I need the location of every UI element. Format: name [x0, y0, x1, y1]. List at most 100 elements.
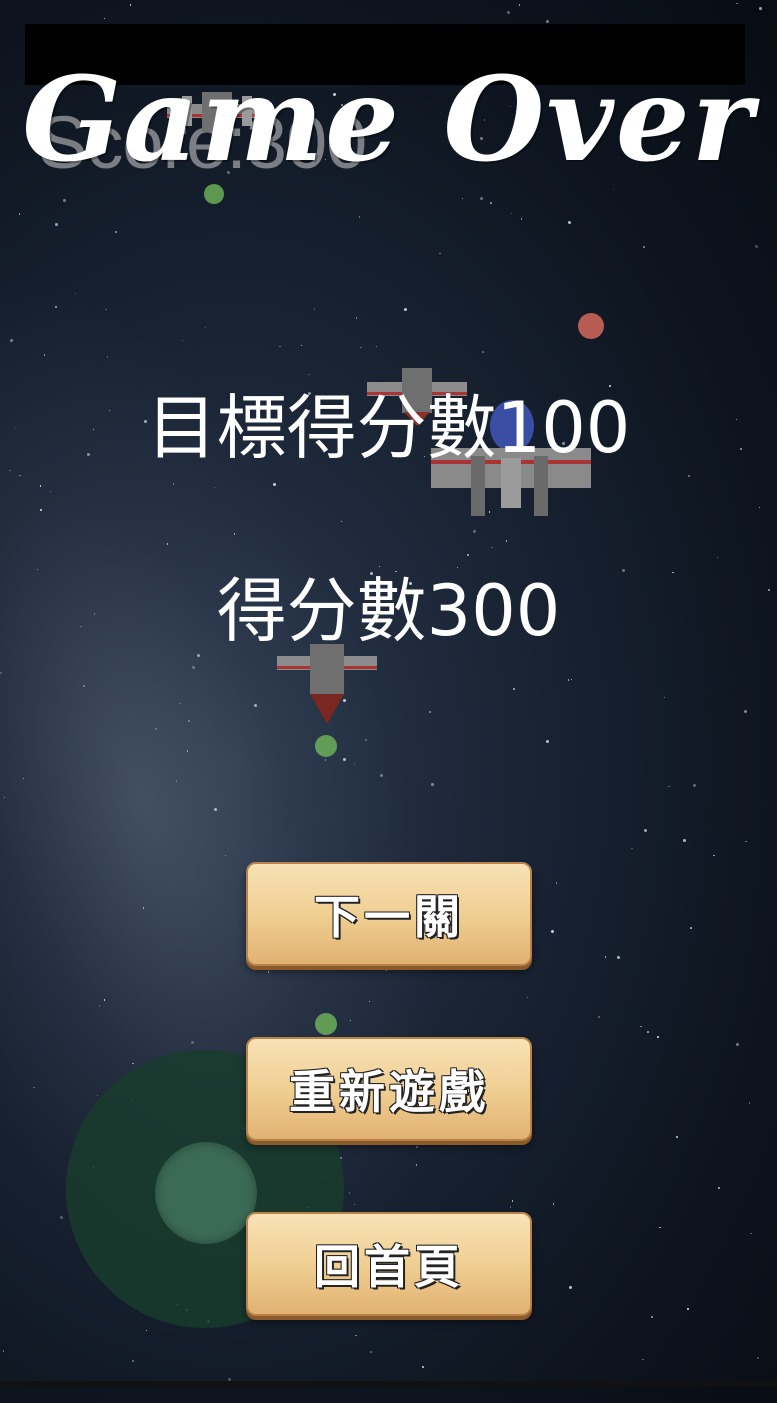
- score-label: 得分數300: [216, 570, 561, 652]
- star: [74, 292, 77, 295]
- star: [186, 750, 188, 752]
- star: [552, 1203, 555, 1205]
- star: [63, 198, 67, 202]
- star: [380, 773, 384, 777]
- star: [355, 1334, 357, 1337]
- star: [431, 782, 435, 786]
- star: [22, 777, 25, 780]
- star: [10, 338, 14, 342]
- star: [54, 222, 58, 226]
- star: [59, 1215, 63, 1219]
- star: [324, 759, 327, 761]
- star: [505, 540, 508, 542]
- star: [546, 20, 549, 24]
- star: [272, 483, 276, 487]
- star: [676, 1136, 678, 1138]
- star: [175, 780, 178, 782]
- star: [360, 346, 362, 349]
- star: [132, 1360, 134, 1362]
- star: [166, 543, 169, 545]
- star: [643, 246, 645, 248]
- star: [2, 1350, 5, 1352]
- star: [570, 678, 573, 681]
- star: [510, 212, 513, 215]
- star: [192, 666, 196, 670]
- star: [439, 252, 441, 255]
- star: [181, 339, 184, 342]
- star: [96, 1094, 99, 1097]
- star: [145, 1329, 148, 1332]
- star: [213, 486, 216, 489]
- star: [490, 202, 492, 204]
- star: [736, 2, 738, 5]
- star: [39, 485, 41, 487]
- star: [3, 796, 6, 799]
- star: [353, 763, 356, 766]
- star: [416, 1146, 418, 1148]
- star: [643, 829, 647, 833]
- star: [348, 1192, 351, 1194]
- next-level-button[interactable]: 下一關: [246, 862, 532, 966]
- star: [718, 1187, 720, 1189]
- star: [224, 854, 227, 857]
- star: [313, 308, 316, 310]
- star: [631, 847, 633, 850]
- home-button[interactable]: 回首頁: [246, 1212, 532, 1316]
- star: [55, 306, 57, 308]
- star: [480, 196, 484, 200]
- star: [567, 221, 571, 225]
- star: [188, 720, 190, 722]
- star: [657, 1036, 659, 1038]
- star: [491, 546, 493, 549]
- star: [415, 1164, 418, 1166]
- restart-button[interactable]: 重新遊戲: [246, 1037, 532, 1141]
- star: [507, 10, 511, 14]
- star: [233, 533, 236, 535]
- star: [353, 1203, 356, 1206]
- star: [179, 702, 181, 705]
- star: [690, 927, 692, 929]
- bullet-green: [315, 1013, 337, 1035]
- star: [659, 1226, 661, 1229]
- star: [472, 530, 476, 534]
- star: [429, 711, 431, 713]
- star: [343, 758, 347, 762]
- star: [132, 1062, 134, 1065]
- star: [267, 971, 270, 973]
- star: [509, 1206, 512, 1208]
- star: [647, 1031, 649, 1033]
- star: [18, 213, 21, 215]
- star: [103, 999, 106, 1001]
- star: [567, 679, 570, 681]
- star: [115, 231, 117, 233]
- star: [98, 1005, 101, 1007]
- star: [736, 1043, 740, 1047]
- star: [511, 1200, 514, 1202]
- star: [368, 1000, 371, 1003]
- star: [191, 1041, 195, 1045]
- star: [370, 1351, 372, 1353]
- star: [598, 1016, 600, 1018]
- star: [300, 344, 303, 347]
- star: [526, 996, 529, 999]
- star: [19, 474, 21, 477]
- star: [105, 308, 107, 311]
- star: [757, 1357, 759, 1359]
- star: [461, 197, 464, 200]
- star: [365, 739, 367, 741]
- star: [545, 739, 549, 743]
- virtual-joystick-knob[interactable]: [155, 1142, 257, 1244]
- star: [688, 475, 690, 477]
- star: [33, 1086, 35, 1089]
- star: [755, 245, 759, 249]
- star: [142, 907, 145, 909]
- star: [748, 1102, 751, 1104]
- star: [106, 356, 109, 358]
- star: [758, 7, 762, 11]
- star: [279, 345, 281, 348]
- star: [204, 326, 207, 329]
- star: [385, 969, 388, 972]
- star: [758, 506, 761, 509]
- star: [651, 1316, 653, 1318]
- star: [332, 967, 334, 969]
